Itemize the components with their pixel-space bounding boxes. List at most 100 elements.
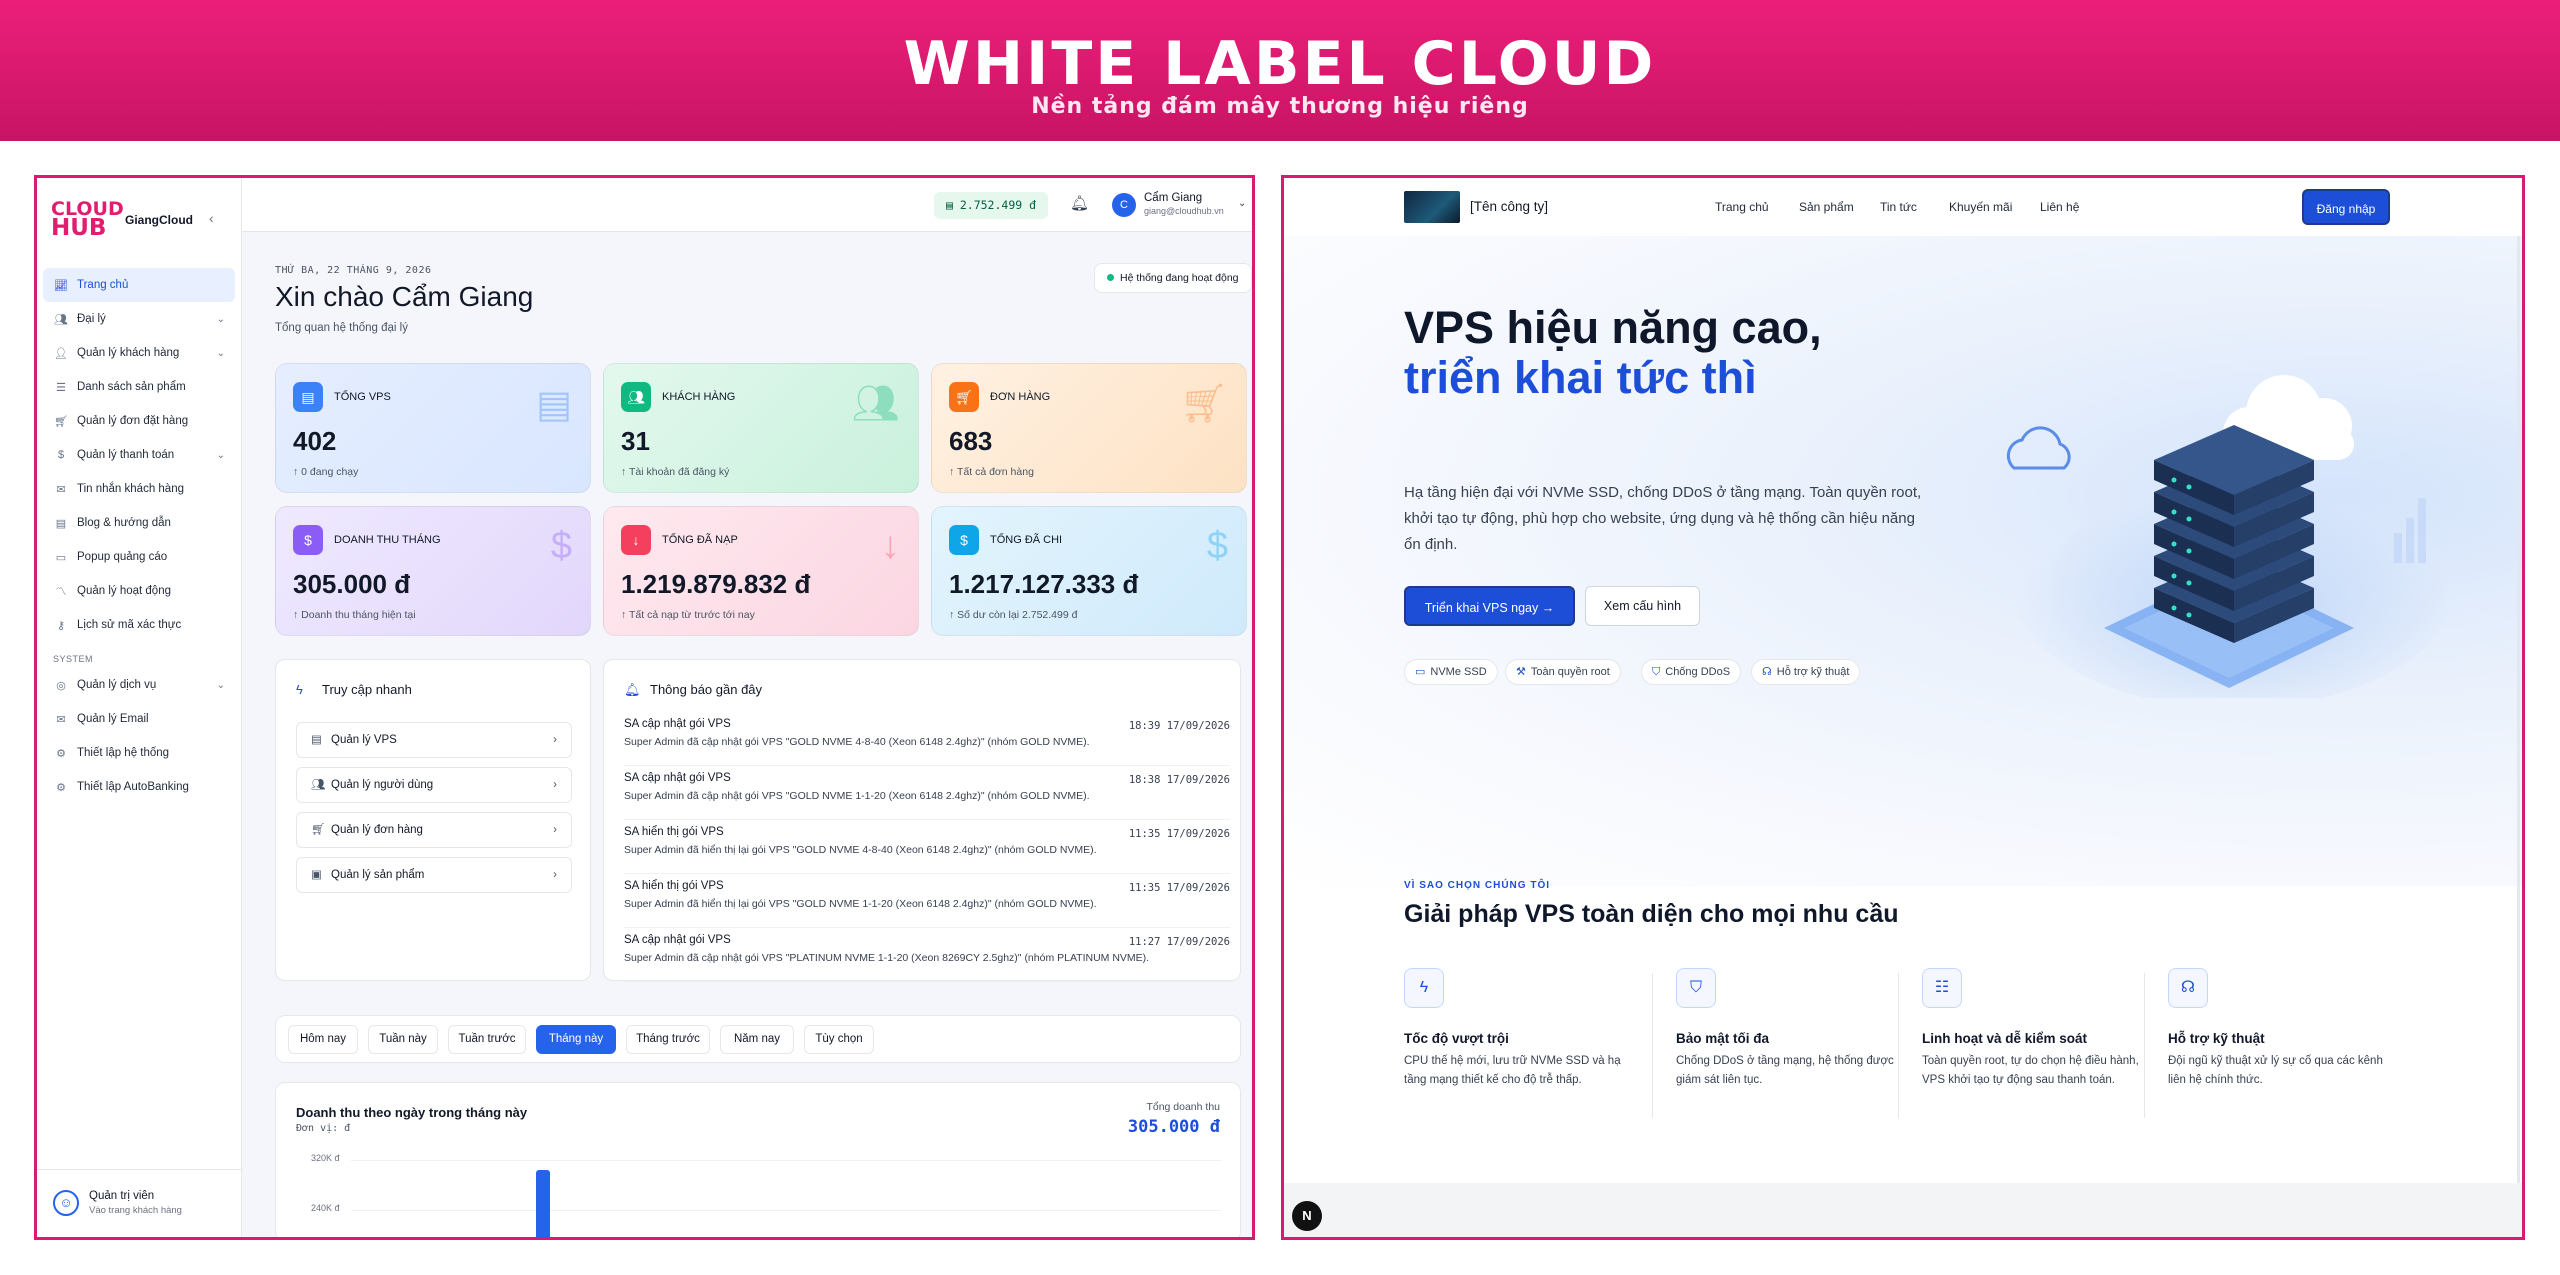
stat-card[interactable]: $ DOANH THU THÁNG 305.000 đ ↑ Doanh thu thá… (275, 506, 591, 636)
sidebar-item[interactable]: ✉ Quản lý Email (43, 702, 235, 736)
dev-badge[interactable]: N (1292, 1201, 1322, 1231)
tab-period[interactable]: Hôm nay (288, 1025, 358, 1054)
tab-period[interactable]: Tuần này (368, 1025, 438, 1054)
chevron-down-icon[interactable]: ⌄ (217, 680, 225, 691)
sidebar-item[interactable]: 📈︎ Trang chủ (43, 268, 235, 302)
avatar[interactable]: C (1112, 193, 1136, 217)
notification-item[interactable]: SA hiển thị gói VPS Super Admin đã hiển t… (624, 820, 1230, 874)
user-name[interactable]: Cẩm Giang (1144, 192, 1202, 204)
nav-link[interactable]: Liên hệ (2040, 200, 2079, 214)
chevron-down-icon[interactable]: ⌄ (217, 450, 225, 461)
quick-access-item[interactable]: 🛒︎ Quản lý đơn hàng › (296, 812, 572, 848)
tab-period[interactable]: Năm nay (720, 1025, 794, 1054)
feature-card: ⛉ Bảo mật tối đa Chống DDoS ở tầng mạng, h… (1676, 968, 1906, 1118)
status-dot (1107, 274, 1114, 281)
stat-card[interactable]: 👥︎ KHÁCH HÀNG 31 ↑ Tài khoản đã đăng ký 👥︎ (603, 363, 919, 493)
notification-title: SA hiển thị gói VPS (624, 826, 724, 838)
stat-card[interactable]: ↓ TỔNG ĐÃ NẠP 1.219.879.832 đ ↑ Tất cả nạp … (603, 506, 919, 636)
chevron-down-icon[interactable]: ⌄ (217, 314, 225, 325)
notification-desc: Super Admin đã cập nhật gói VPS "GOLD NV… (624, 736, 1090, 748)
sidebar-item[interactable]: 🛒︎ Quản lý đơn đặt hàng (43, 404, 235, 438)
tab-period[interactable]: Tháng này (536, 1025, 616, 1054)
tab-period[interactable]: Tuần trước (448, 1025, 526, 1054)
sidebar-item[interactable]: ▭ Popup quảng cáo (43, 540, 235, 574)
feature-desc: CPU thế hệ mới, lưu trữ NVMe SSD và hạ t… (1404, 1055, 1621, 1086)
notification-item[interactable]: SA cập nhật gói VPS Super Admin đã cập nh… (624, 928, 1230, 982)
notification-item[interactable]: SA cập nhật gói VPS Super Admin đã cập nh… (624, 766, 1230, 820)
logo[interactable]: CLOUD HUB (51, 200, 124, 240)
feature-card: ☊ Hỗ trợ kỹ thuật Đội ngũ kỹ thuật xử lý s… (2168, 968, 2398, 1118)
revenue-bar[interactable] (536, 1170, 550, 1237)
login-button[interactable]: Đăng nhập (2302, 189, 2390, 225)
quick-access-item[interactable]: 👥︎ Quản lý người dùng › (296, 767, 572, 803)
collapse-sidebar-icon[interactable]: ‹ (209, 210, 214, 226)
notification-item[interactable]: SA hiển thị gói VPS Super Admin đã hiển t… (624, 874, 1230, 928)
stat-card-value: 1.219.879.832 đ (621, 569, 811, 599)
sidebar-item-label: Thiết lập AutoBanking (77, 781, 189, 793)
feature-title: Bảo mật tối đa (1676, 1031, 1770, 1046)
download-decor-icon: ↓ (881, 525, 900, 567)
nav-link[interactable]: Sản phẩm (1799, 200, 1854, 214)
wallet-icon: ▤ (946, 198, 960, 212)
sidebar-item-label: Thiết lập hệ thống (77, 747, 170, 759)
sidebar-footer-user[interactable]: ☺ Quản trị viên Vào trang khách hàng (37, 1169, 242, 1237)
sidebar-item[interactable]: ⚙ Thiết lập hệ thống (43, 736, 235, 770)
stat-card-sub: ↑ 0 đang chạy (293, 466, 359, 478)
bell-icon[interactable]: 🔔︎ (1070, 194, 1089, 212)
notification-item[interactable]: SA cập nhật gói VPS Super Admin đã cập nh… (624, 712, 1230, 766)
quick-access-item[interactable]: ▣ Quản lý sản phẩm › (296, 857, 572, 893)
bolt-icon: ϟ (1404, 968, 1444, 1008)
sidebar-item[interactable]: ☰ Danh sách sản phẩm (43, 370, 235, 404)
server-illustration (2006, 375, 2454, 698)
sidebar-item[interactable]: ▤ Blog & hướng dẫn (43, 506, 235, 540)
stat-card-sub: ↑ Tài khoản đã đăng ký (621, 466, 730, 478)
wrench-icon: ⚒ (1516, 666, 1526, 678)
sidebar-item[interactable]: $ Quản lý thanh toán ⌄ (43, 438, 235, 472)
sidebar-item[interactable]: 〽 Quản lý hoạt động (43, 574, 235, 608)
activity-icon: 〽 (55, 586, 67, 598)
quick-access-item[interactable]: ▤ Quản lý VPS › (296, 722, 572, 758)
popup-icon: ▭ (55, 551, 67, 564)
chevron-down-icon[interactable]: ⌄ (1238, 198, 1246, 209)
message-icon: ✉ (56, 483, 66, 496)
notification-desc: Super Admin đã hiển thị lại gói VPS "GOL… (624, 898, 1097, 910)
stat-card[interactable]: 🛒︎ ĐƠN HÀNG 683 ↑ Tất cả đơn hàng 🛒︎ (931, 363, 1247, 493)
y-tick-label: 240K đ (311, 1203, 340, 1213)
shield-icon: ⛉ (1652, 666, 1661, 678)
stat-card-value: 31 (621, 426, 650, 456)
company-name[interactable]: [Tên công ty] (1470, 199, 1548, 214)
sidebar-item[interactable]: 👤︎ Quản lý khách hàng ⌄ (43, 336, 235, 370)
nav-link[interactable]: Khuyến mãi (1949, 200, 2012, 214)
scrollbar[interactable] (2517, 236, 2520, 1186)
chevron-right-icon: › (553, 779, 557, 791)
sidebar-item[interactable]: ◎ Quản lý dịch vụ ⌄ (43, 668, 235, 702)
tab-period[interactable]: Tháng trước (626, 1025, 710, 1054)
company-logo[interactable] (1404, 191, 1460, 223)
stat-card[interactable]: ▤ TỔNG VPS 402 ↑ 0 đang chạy ▤ (275, 363, 591, 493)
download-icon: ↓ (621, 525, 651, 555)
sidebar-item[interactable]: ⚙ Thiết lập AutoBanking (43, 770, 235, 804)
banner-subtitle: Nền tảng đám mây thương hiệu riêng (1031, 94, 1529, 119)
quick-access-label: Quản lý VPS (331, 734, 397, 746)
chevron-down-icon[interactable]: ⌄ (217, 348, 225, 359)
sidebar-item-label: Quản lý đơn đặt hàng (77, 415, 189, 427)
footer-user-link[interactable]: Vào trang khách hàng (89, 1205, 182, 1216)
nav-link[interactable]: Tin tức (1880, 200, 1917, 214)
sidebar-item[interactable]: 👥︎ Đại lý ⌄ (43, 302, 235, 336)
stat-card-sub: ↑ Doanh thu tháng hiện tại (293, 609, 416, 621)
deploy-vps-button[interactable]: Triển khai VPS ngay → (1404, 586, 1575, 626)
small-cloud-icon (2006, 426, 2071, 470)
notification-desc: Super Admin đã hiển thị lại gói VPS "GOL… (624, 844, 1097, 856)
sidebar-item-label: Danh sách sản phẩm (77, 381, 186, 393)
cart-icon: 🛒︎ (949, 382, 979, 412)
view-config-button[interactable]: Xem cấu hình (1585, 586, 1700, 626)
stat-card[interactable]: $ TỔNG ĐÃ CHI 1.217.127.333 đ ↑ Số dư còn l… (931, 506, 1247, 636)
feature-pill: ▭ NVMe SSD (1404, 659, 1498, 685)
tab-period[interactable]: Tùy chọn (804, 1025, 874, 1054)
nav-link[interactable]: Trang chủ (1715, 200, 1769, 214)
sidebar-item[interactable]: ⚷ Lịch sử mã xác thực (43, 608, 235, 642)
why-title: Giải pháp VPS toàn diện cho mọi nhu cầu (1404, 900, 1899, 928)
sidebar-item[interactable]: ✉ Tin nhắn khách hàng (43, 472, 235, 506)
dollar-icon: $ (293, 525, 323, 555)
balance-badge[interactable]: ▤ 2.752.499 đ (934, 192, 1049, 219)
